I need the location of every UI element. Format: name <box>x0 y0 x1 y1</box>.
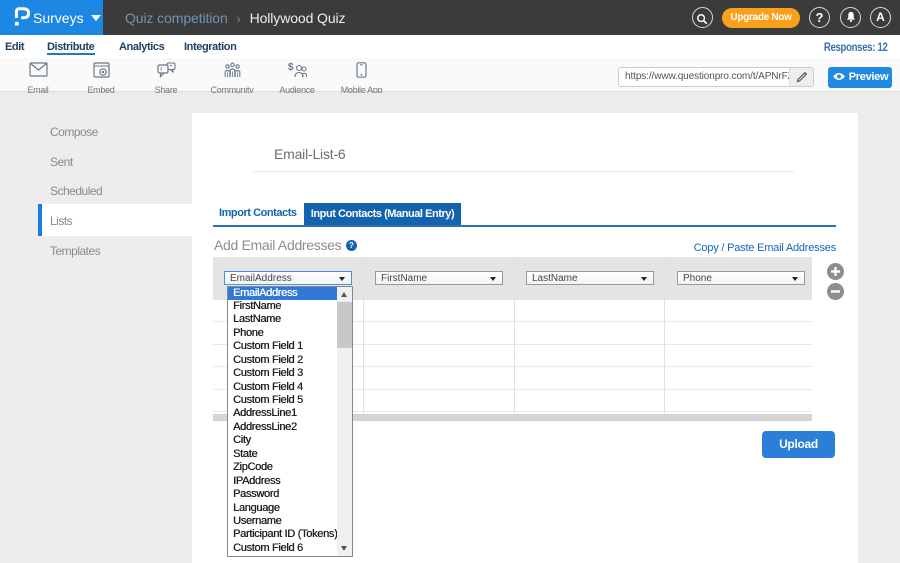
svg-text:$: $ <box>288 62 294 73</box>
